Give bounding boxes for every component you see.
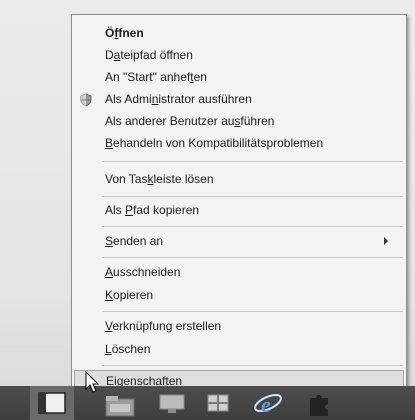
menu-item-troubleshoot-compatibility[interactable]: Behandeln von Kompatibilitätsproblemen (72, 132, 406, 154)
menu-item-copy-as-path[interactable]: Als Pfad kopieren (72, 199, 406, 221)
menu-item-label: Als anderer Benutzer ausführen (105, 114, 275, 128)
menu-item-label: Als Pfad kopieren (105, 203, 200, 217)
menu-item-copy[interactable]: Kopieren (72, 284, 406, 306)
menu-separator (102, 257, 403, 258)
taskbar-button-desktop-app[interactable] (150, 386, 194, 420)
menu-item-label: An "Start" anheften (105, 70, 207, 84)
menu-item-open[interactable]: Öffnen (72, 22, 406, 44)
menu-item-label: Kopieren (105, 288, 154, 302)
mouse-cursor-icon (85, 370, 101, 395)
svg-text:e: e (261, 392, 271, 417)
taskbar: e (0, 386, 415, 420)
menu-item-label: Löschen (105, 342, 151, 356)
menu-separator (102, 311, 403, 312)
menu-separator (102, 161, 403, 162)
taskbar-button-puzzle[interactable] (298, 386, 342, 420)
taskbar-button-file-explorer[interactable] (98, 386, 142, 420)
taskbar-button-internet-explorer[interactable]: e (246, 386, 290, 420)
menu-item-label: Verknüpfung erstellen (105, 319, 222, 333)
menu-item-pin-to-start[interactable]: An "Start" anheften (72, 66, 406, 88)
menu-separator (102, 365, 403, 366)
menu-separator (102, 226, 403, 227)
taskbar-button-window[interactable] (30, 386, 74, 420)
menu-item-send-to[interactable]: Senden an (72, 230, 406, 252)
context-menu: Öffnen Dateipfad öffnen An "Start" anhef… (71, 14, 407, 396)
menu-item-delete[interactable]: Löschen (72, 338, 406, 360)
menu-item-label: Dateipfad öffnen (105, 48, 193, 62)
menu-item-label: Behandeln von Kompatibilitätsproblemen (105, 136, 324, 150)
menu-item-unpin-from-taskbar[interactable]: Von Taskleiste lösen (72, 168, 406, 190)
shield-icon (79, 92, 93, 107)
menu-item-label: Als Administrator ausführen (105, 92, 252, 106)
menu-item-label: Senden an (105, 234, 164, 248)
submenu-arrow-icon (384, 237, 388, 245)
menu-item-create-shortcut[interactable]: Verknüpfung erstellen (72, 315, 406, 337)
menu-item-cut[interactable]: Ausschneiden (72, 261, 406, 283)
menu-item-label: Von Taskleiste lösen (105, 172, 214, 186)
menu-item-label: Ausschneiden (105, 265, 181, 279)
menu-item-run-as-other-user[interactable]: Als anderer Benutzer ausführen (72, 110, 406, 132)
menu-item-open-file-location[interactable]: Dateipfad öffnen (72, 44, 406, 66)
menu-separator (102, 196, 403, 197)
taskbar-button-network[interactable] (196, 386, 240, 420)
menu-item-label: Öffnen (105, 26, 144, 40)
menu-item-run-as-admin[interactable]: Als Administrator ausführen (72, 88, 406, 110)
